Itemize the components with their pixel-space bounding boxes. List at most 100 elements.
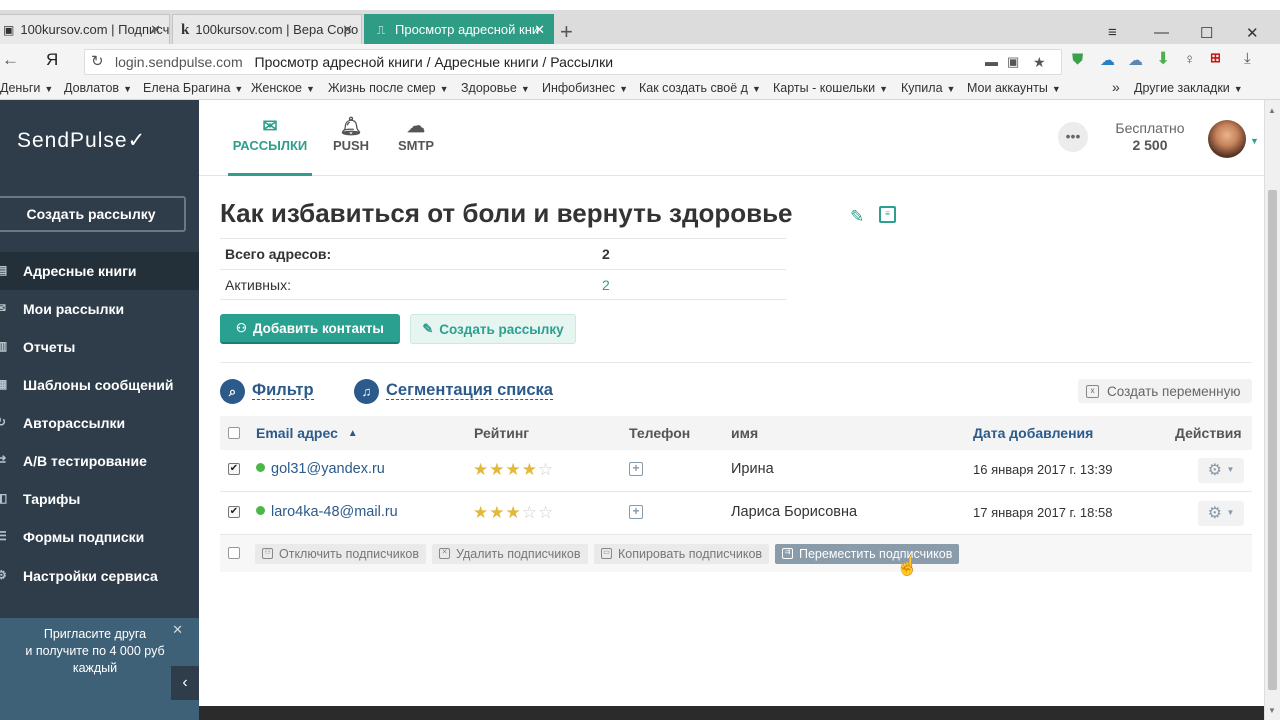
collapse-sidebar-icon[interactable]: ‹ [171,666,199,700]
email-cell[interactable]: gol31@yandex.ru [256,461,385,477]
new-tab-button[interactable]: + [560,21,573,43]
tab-close-icon[interactable]: ✕ [150,22,161,38]
bookmarks-more-icon[interactable]: » [1112,79,1120,95]
settings-icon: ⚙ [0,568,7,582]
delete-subscribers-button[interactable]: ✕ Удалить подписчиков [432,544,588,564]
scroll-up-icon[interactable]: ▲ [1268,106,1276,115]
column-rating: Рейтинг [474,425,530,441]
gear-icon: ⚙ [1207,505,1222,522]
plan-info[interactable]: Бесплатно 2 500 [1099,120,1201,154]
sidebar-item-service-settings[interactable]: ⚙ Настройки сервиса [0,557,199,595]
segmentation-link[interactable]: Сегментация списка [386,381,553,400]
sidebar-item-tariffs[interactable]: ◧ Тарифы [0,480,199,518]
chevron-down-icon[interactable]: ▼ [1250,136,1259,146]
pulse-icon: ⎍ [376,22,386,37]
chevron-down-icon: ▼ [879,84,889,94]
create-campaign-sidebar-button[interactable]: Создать рассылку [0,196,186,232]
download-ext-icon[interactable]: ⬇ [1156,49,1170,69]
copy-subscribers-button[interactable]: ▭ Копировать подписчиков [594,544,770,564]
scroll-thumb[interactable] [1268,190,1277,690]
create-variable-button[interactable]: x Создать переменную [1078,379,1252,403]
bookmark-folder[interactable]: Здоровье ▼ [461,81,530,95]
edit-pencil-icon[interactable]: ✎ [850,207,864,227]
close-window-icon[interactable]: ✕ [1246,24,1259,42]
edit-icon: ✎ [422,321,434,336]
minimize-icon[interactable]: — [1154,24,1169,41]
sendpulse-logo[interactable]: SendPulse✓ [17,128,146,153]
row-actions-button[interactable]: ⚙ ▼ [1198,501,1244,526]
sync-icon[interactable]: ☁ [1100,51,1115,69]
column-email[interactable]: Email адрес ▲ [256,425,358,441]
bookmark-folder[interactable]: Карты - кошельки ▼ [773,81,888,95]
promo-close-icon[interactable]: ✕ [172,622,183,638]
sidebar-item-subscription-forms[interactable]: ☰ Формы подписки [0,518,199,556]
sidebar-item-reports[interactable]: ▥ Отчеты [0,328,199,366]
scroll-down-icon[interactable]: ▼ [1268,706,1276,715]
email-cell[interactable]: laro4ka-48@mail.ru [256,504,398,520]
adblock-icon[interactable]: ⛊ [1072,51,1083,68]
segmentation-icon[interactable]: ♫ [354,379,379,404]
reload-icon[interactable]: ↻ [91,50,104,74]
bookmark-folder[interactable]: Купила ▼ [901,81,955,95]
browser-tab-2[interactable]: k 100kursov.com | Вера Соро ✕ [172,14,362,44]
tab-push[interactable]: 🔔︎ PUSH [327,116,375,153]
bookmark-star-icon[interactable]: ★ [1033,50,1046,74]
bookmark-folder[interactable]: Инфобизнес ▼ [542,81,628,95]
sort-asc-icon: ▲ [347,428,358,439]
reader-icon[interactable]: ▬ [985,50,998,74]
top-navigation: ✉ РАССЫЛКИ 🔔︎ PUSH ☁ SMTP ••• Бесплатно … [199,100,1264,176]
tab-close-icon[interactable]: ✕ [342,22,353,38]
yandex-icon[interactable]: Я [46,50,58,70]
counter-ext-icon[interactable]: ⊞ [1210,50,1221,66]
bookmark-folder[interactable]: Жизнь после смер ▼ [328,81,449,95]
avatar[interactable] [1208,120,1246,158]
browser-tab-3[interactable]: ⎍ Просмотр адресной кни ✕ [364,14,554,44]
sidebar-item-my-campaigns[interactable]: ✉ Мои рассылки [0,290,199,328]
sidebar-item-ab-testing[interactable]: ⇄ A/B тестирование [0,442,199,480]
filter-link[interactable]: Фильтр [252,381,314,400]
bookmark-folder[interactable]: Деньги ▼ [0,81,53,95]
chevron-down-icon: ▼ [44,84,54,94]
sidebar-item-address-books[interactable]: ▤ Адресные книги [0,252,199,290]
bookmark-folder[interactable]: Довлатов ▼ [64,81,132,95]
tab-smtp[interactable]: ☁ SMTP [391,116,441,153]
tab-campaigns[interactable]: ✉ РАССЫЛКИ [228,116,312,153]
sidebar-item-autoresponders[interactable]: ↻ Авторассылки [0,404,199,442]
back-icon[interactable]: ← [2,50,19,70]
row-checkbox[interactable]: ✔ [228,506,240,518]
weather-icon[interactable]: ☁ [1128,51,1143,69]
add-phone-icon[interactable]: + [629,505,643,519]
bulb-icon[interactable]: ♀ [1184,51,1195,68]
select-all-checkbox[interactable] [228,427,240,439]
add-contacts-button[interactable]: ⚇ Добавить контакты [220,314,400,344]
column-date-added[interactable]: Дата добавления [973,425,1093,441]
disable-subscribers-button[interactable]: ⚇ Отключить подписчиков [255,544,426,564]
filter-icon[interactable]: ⌕ [220,379,245,404]
move-subscribers-button[interactable]: ⇉ Переместить подписчиков [775,544,960,564]
sidebar-item-templates[interactable]: ▦ Шаблоны сообщений [0,366,199,404]
row-actions-button[interactable]: ⚙ ▼ [1198,458,1244,483]
bookmark-folder[interactable]: Женское ▼ [251,81,315,95]
move-icon: ⇉ [782,548,793,559]
bookmark-folder[interactable]: Елена Брагина ▼ [143,81,243,95]
url-field[interactable]: ↻ login.sendpulse.com Просмотр адресной … [84,49,1062,75]
row-checkbox[interactable]: ✔ [228,463,240,475]
maximize-icon[interactable]: ☐ [1200,24,1213,42]
other-bookmarks[interactable]: Другие закладки ▼ [1134,81,1243,95]
add-phone-icon[interactable]: + [629,462,643,476]
protect-icon[interactable]: ▣ [1007,50,1019,74]
bookmark-folder[interactable]: Как создать своё д ▼ [639,81,761,95]
column-actions: Действия [1175,425,1242,441]
bulk-checkbox[interactable] [228,547,240,559]
create-campaign-button[interactable]: ✎ Создать рассылку [410,314,576,344]
browser-tab-1[interactable]: ▣ 100kursov.com | Подписчик ✕ [0,14,170,44]
downloads-icon[interactable]: ⤓ [1244,50,1251,67]
address-bar-row: ← Я ↻ login.sendpulse.com Просмотр адрес… [0,44,1280,78]
status-dot [256,506,265,515]
tab-close-icon[interactable]: ✕ [534,22,545,38]
browser-menu-icon[interactable]: ≡ [1108,24,1117,41]
page-scrollbar[interactable]: ▲ ▼ [1264,100,1280,720]
bookmark-folder[interactable]: Мои аккаунты ▼ [967,81,1061,95]
more-options-button[interactable]: ••• [1058,122,1088,152]
notes-icon[interactable]: ≡ [879,206,896,223]
